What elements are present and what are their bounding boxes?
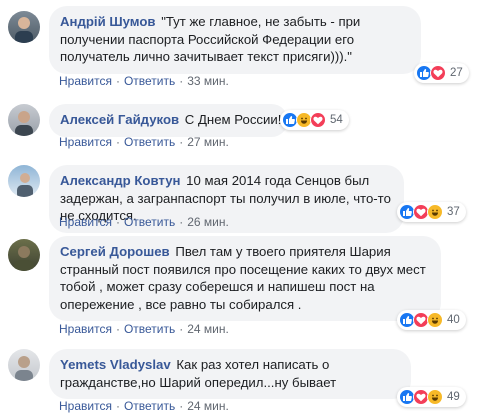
comment-time[interactable]: 27 мин. [187, 135, 229, 149]
comment-time[interactable]: 33 мин. [187, 74, 229, 88]
reaction-count: 37 [447, 206, 460, 218]
comment-author[interactable]: Андрій Шумов [60, 14, 156, 29]
comment-meta: Нравится · Ответить · 26 мин. [59, 215, 229, 229]
reaction-count: 54 [330, 114, 343, 126]
comment-bubble: Сергей Дорошев Пвел там у твоего приятел… [49, 236, 441, 321]
comment-text: С Днем России! [184, 112, 282, 127]
comment-bubble: Yemets Vladyslav Как раз хотел написать … [49, 349, 411, 399]
comment-bubble: Алексей Гайдуков С Днем России! [49, 104, 288, 137]
reaction-summary[interactable]: 54 [280, 110, 349, 130]
avatar[interactable] [8, 349, 40, 381]
avatar[interactable] [8, 104, 40, 136]
avatar[interactable] [8, 239, 40, 271]
comment-author[interactable]: Александр Ковтун [60, 173, 181, 188]
comment-meta: Нравится · Ответить · 27 мин. [59, 135, 229, 149]
comment-meta: Нравится · Ответить · 33 мин. [59, 74, 229, 88]
like-link[interactable]: Нравится [59, 74, 112, 88]
haha-icon [427, 389, 443, 405]
reaction-count: 40 [447, 314, 460, 326]
comment-author[interactable]: Алексей Гайдуков [60, 112, 179, 127]
love-icon [310, 112, 326, 128]
reaction-summary[interactable]: 37 [397, 202, 466, 222]
reaction-summary[interactable]: 49 [397, 387, 466, 407]
reaction-count: 27 [450, 67, 463, 79]
haha-icon [427, 204, 443, 220]
reply-link[interactable]: Ответить [124, 322, 175, 336]
comment-time[interactable]: 26 мин. [187, 215, 229, 229]
comment-meta: Нравится · Ответить · 24 мин. [59, 399, 229, 413]
like-link[interactable]: Нравится [59, 322, 112, 336]
like-link[interactable]: Нравится [59, 135, 112, 149]
haha-icon [427, 312, 443, 328]
reply-link[interactable]: Ответить [124, 74, 175, 88]
like-link[interactable]: Нравится [59, 399, 112, 413]
reaction-count: 49 [447, 391, 460, 403]
comment-author[interactable]: Сергей Дорошев [60, 244, 170, 259]
comment-meta: Нравится · Ответить · 24 мин. [59, 322, 229, 336]
reply-link[interactable]: Ответить [124, 399, 175, 413]
comment-author[interactable]: Yemets Vladyslav [60, 357, 171, 372]
reply-link[interactable]: Ответить [124, 135, 175, 149]
love-icon [430, 65, 446, 81]
avatar[interactable] [8, 11, 40, 43]
comment-time[interactable]: 24 мин. [187, 399, 229, 413]
comment-time[interactable]: 24 мин. [187, 322, 229, 336]
reaction-summary[interactable]: 40 [397, 310, 466, 330]
comment-bubble: Андрій Шумов "Тут же главное, не забыть … [49, 6, 421, 74]
like-link[interactable]: Нравится [59, 215, 112, 229]
reaction-summary[interactable]: 27 [414, 63, 469, 83]
reply-link[interactable]: Ответить [124, 215, 175, 229]
avatar[interactable] [8, 165, 40, 197]
